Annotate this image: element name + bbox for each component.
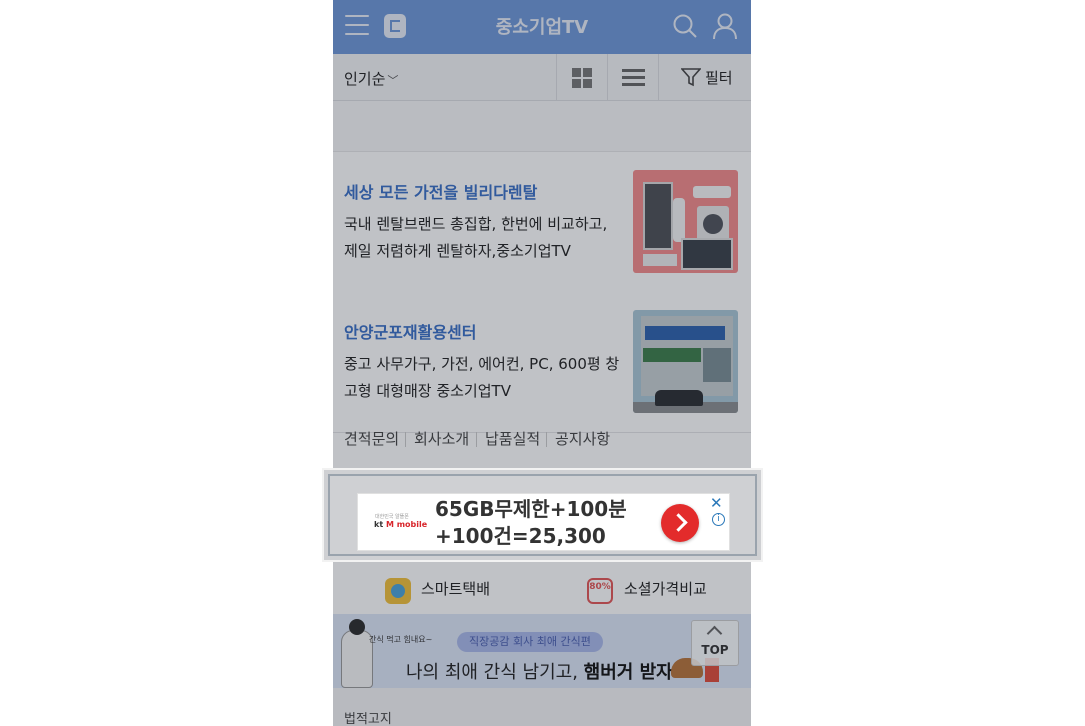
highlighted-ad-frame: 대한민국 알뜰폰 kt M mobile 65GB무제한+100분 +100건=… [322,468,763,562]
ad-go-button[interactable] [661,504,699,542]
ad-brand-logo: kt M mobile [374,520,428,529]
ad-brand-tagline: 대한민국 알뜰폰 [375,514,409,520]
dim-overlay-bottom [333,562,751,726]
info-icon[interactable]: i [712,513,725,526]
close-icon[interactable]: ✕ [710,494,723,512]
dim-overlay-top [333,0,751,468]
ad-banner[interactable]: 대한민국 알뜰폰 kt M mobile 65GB무제한+100분 +100건=… [357,493,730,551]
ad-headline[interactable]: 65GB무제한+100분 +100건=25,300 [435,496,627,550]
